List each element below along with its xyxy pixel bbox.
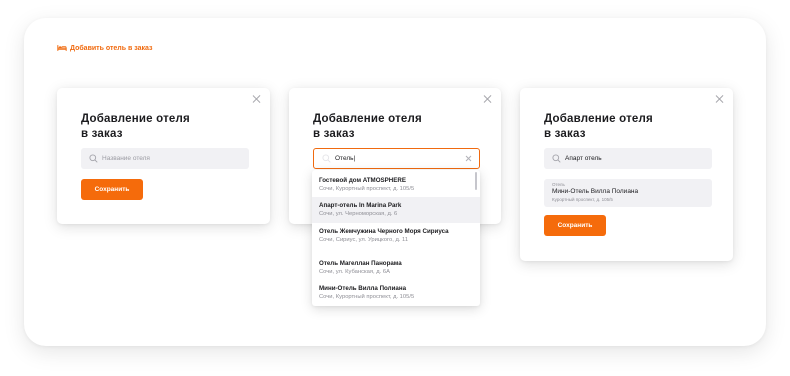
bed-icon — [57, 45, 67, 51]
add-hotel-modal-empty: Добавление отеля в заказ Сохранить — [57, 88, 270, 224]
suggestion-name: Гостевой дом ATMOSPHERE — [319, 177, 406, 184]
save-button[interactable]: Сохранить — [81, 179, 143, 200]
search-icon — [322, 154, 331, 163]
close-icon[interactable] — [483, 94, 493, 104]
dropdown-scrollbar[interactable] — [475, 172, 477, 190]
add-hotel-link-label: Добавить отель в заказ — [70, 44, 153, 52]
clear-icon[interactable] — [465, 155, 472, 162]
suggestion-address: Сочи, Курортный проспект, д. 105/5 — [319, 186, 415, 192]
suggestion-name: Отель Магеллан Панорама — [319, 260, 402, 267]
suggestion-name: Мини-Отель Вилла Полиана — [319, 285, 407, 292]
add-hotel-modal-selected: Добавление отеля в заказ Отель Мини-Отел… — [520, 88, 733, 261]
selected-hotel-card[interactable]: Отель Мини-Отель Вилла Полиана Курортный… — [544, 179, 712, 207]
modal-title-line2: в заказ — [544, 128, 586, 140]
hotel-search-field[interactable] — [81, 148, 249, 169]
close-icon[interactable] — [252, 94, 262, 104]
suggestion-address: Сочи, Курортный проспект, д. 105/5 — [319, 294, 415, 300]
suggestion-name: Апарт-отель In Marina Park — [319, 202, 402, 209]
modal-title: Добавление отеля в заказ — [313, 112, 463, 142]
modal-title-line1: Добавление отеля — [544, 113, 653, 125]
hotel-search-field[interactable] — [544, 148, 712, 169]
modal-title-line2: в заказ — [81, 128, 123, 140]
suggestion-address: Сочи, ул. Черноморская, д. 6 — [319, 211, 398, 217]
modal-title: Добавление отеля в заказ — [81, 112, 231, 142]
modal-title-line2: в заказ — [313, 128, 355, 140]
hotel-search-input[interactable] — [335, 155, 475, 162]
suggestion-item[interactable]: Мини-Отель Вилла Полиана Сочи, Курортный… — [312, 280, 480, 306]
hotel-search-input[interactable] — [102, 155, 242, 162]
suggestion-item-highlighted[interactable]: Апарт-отель In Marina Park Сочи, ул. Чер… — [312, 197, 480, 223]
modal-title-line1: Добавление отеля — [313, 113, 422, 125]
suggestion-item[interactable]: Отель Жемчужина Черного Моря Сириуса Соч… — [312, 223, 480, 249]
modal-title-line1: Добавление отеля — [81, 113, 190, 125]
hotel-search-field-active[interactable] — [313, 148, 480, 169]
add-hotel-link[interactable]: Добавить отель в заказ — [57, 44, 152, 52]
selected-hotel-address: Курортный проспект, д. 105/5 — [552, 197, 613, 202]
close-icon[interactable] — [715, 94, 725, 104]
suggestion-item[interactable]: Отель Магеллан Панорама Сочи, ул. Кубанс… — [312, 255, 480, 281]
suggestion-address: Сочи, Сириус, ул. Урицкого, д. 11 — [319, 237, 409, 243]
hotel-suggestions-dropdown: Гостевой дом ATMOSPHERE Сочи, Курортный … — [312, 170, 480, 306]
suggestion-name: Отель Жемчужина Черного Моря Сириуса — [319, 228, 449, 235]
modal-title: Добавление отеля в заказ — [544, 112, 694, 142]
suggestion-item[interactable]: Гостевой дом ATMOSPHERE Сочи, Курортный … — [312, 172, 480, 198]
hotel-search-input[interactable] — [565, 155, 705, 162]
selected-hotel-name: Мини-Отель Вилла Полиана — [552, 188, 639, 195]
suggestion-address: Сочи, ул. Кубанская, д. 6А — [319, 269, 390, 275]
search-icon — [552, 154, 561, 163]
search-icon — [89, 154, 98, 163]
save-button[interactable]: Сохранить — [544, 215, 606, 236]
